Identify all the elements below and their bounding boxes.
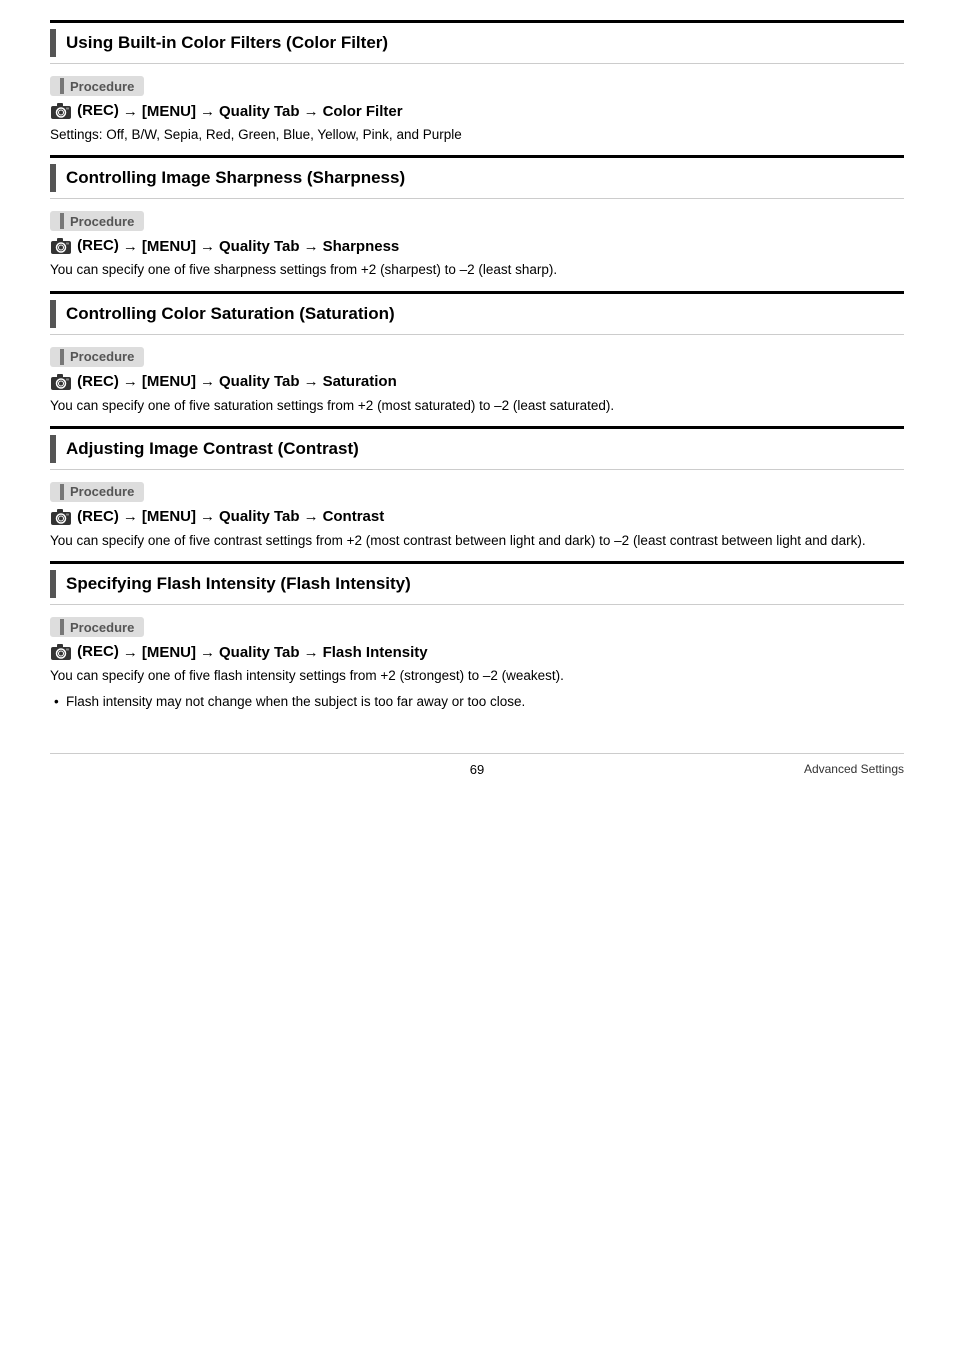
procedure-badge: Procedure bbox=[50, 76, 144, 96]
nav-item: [MENU] bbox=[142, 103, 196, 120]
camera-rec-icon: (REC) bbox=[50, 237, 119, 255]
nav-arrow: → bbox=[123, 508, 138, 525]
nav-arrow: → bbox=[304, 103, 319, 120]
nav-item: [MENU] bbox=[142, 508, 196, 525]
nav-arrow: → bbox=[304, 238, 319, 255]
nav-path-sharpness: (REC)→[MENU]→Quality Tab→Sharpness bbox=[50, 237, 904, 255]
section-header-color-filter: Using Built-in Color Filters (Color Filt… bbox=[50, 20, 904, 64]
procedure-badge: Procedure bbox=[50, 482, 144, 502]
section-bar-icon bbox=[50, 29, 56, 57]
body-text-contrast: You can specify one of five contrast set… bbox=[50, 531, 904, 551]
nav-arrow: → bbox=[200, 238, 215, 255]
nav-item: Color Filter bbox=[323, 103, 403, 120]
procedure-badge: Procedure bbox=[50, 347, 144, 367]
nav-item: Quality Tab bbox=[219, 644, 300, 661]
section-flash-intensity: Specifying Flash Intensity (Flash Intens… bbox=[50, 561, 904, 713]
nav-arrow: → bbox=[200, 644, 215, 661]
nav-arrow: → bbox=[123, 644, 138, 661]
section-saturation: Controlling Color Saturation (Saturation… bbox=[50, 291, 904, 416]
section-color-filter: Using Built-in Color Filters (Color Filt… bbox=[50, 20, 904, 145]
nav-path-saturation: (REC)→[MENU]→Quality Tab→Saturation bbox=[50, 373, 904, 391]
nav-item: Saturation bbox=[323, 373, 397, 390]
body-text-flash-intensity: You can specify one of five flash intens… bbox=[50, 666, 904, 686]
bullet-text-flash-intensity: Flash intensity may not change when the … bbox=[50, 692, 904, 712]
section-title-flash-intensity: Specifying Flash Intensity (Flash Intens… bbox=[66, 574, 411, 594]
nav-item: Sharpness bbox=[323, 238, 400, 255]
body-text-sharpness: You can specify one of five sharpness se… bbox=[50, 260, 904, 280]
nav-item: [MENU] bbox=[142, 373, 196, 390]
procedure-label: Procedure bbox=[70, 484, 134, 499]
nav-arrow: → bbox=[304, 644, 319, 661]
nav-item: Contrast bbox=[323, 508, 385, 525]
section-header-saturation: Controlling Color Saturation (Saturation… bbox=[50, 291, 904, 335]
page-footer: 69Advanced Settings bbox=[50, 753, 904, 777]
procedure-badge: Procedure bbox=[50, 617, 144, 637]
camera-icon bbox=[50, 102, 72, 120]
section-title-color-filter: Using Built-in Color Filters (Color Filt… bbox=[66, 33, 388, 53]
section-header-sharpness: Controlling Image Sharpness (Sharpness) bbox=[50, 155, 904, 199]
procedure-bar-icon bbox=[60, 78, 64, 94]
camera-rec-icon: (REC) bbox=[50, 508, 119, 526]
nav-arrow: → bbox=[200, 103, 215, 120]
nav-arrow: → bbox=[304, 508, 319, 525]
nav-item: Quality Tab bbox=[219, 508, 300, 525]
procedure-label: Procedure bbox=[70, 79, 134, 94]
camera-rec-icon: (REC) bbox=[50, 643, 119, 661]
procedure-bar-icon bbox=[60, 619, 64, 635]
procedure-bar-icon bbox=[60, 484, 64, 500]
nav-item: Quality Tab bbox=[219, 373, 300, 390]
nav-arrow: → bbox=[200, 508, 215, 525]
procedure-label: Procedure bbox=[70, 214, 134, 229]
nav-path-contrast: (REC)→[MENU]→Quality Tab→Contrast bbox=[50, 508, 904, 526]
footer-page-number: 69 bbox=[335, 762, 620, 777]
procedure-bar-icon bbox=[60, 213, 64, 229]
footer-section-label: Advanced Settings bbox=[619, 762, 904, 776]
section-bar-icon bbox=[50, 570, 56, 598]
camera-icon bbox=[50, 373, 72, 391]
section-header-flash-intensity: Specifying Flash Intensity (Flash Intens… bbox=[50, 561, 904, 605]
nav-arrow: → bbox=[123, 103, 138, 120]
procedure-label: Procedure bbox=[70, 620, 134, 635]
body-text-saturation: You can specify one of five saturation s… bbox=[50, 396, 904, 416]
section-bar-icon bbox=[50, 435, 56, 463]
nav-item: Quality Tab bbox=[219, 238, 300, 255]
section-contrast: Adjusting Image Contrast (Contrast) Proce… bbox=[50, 426, 904, 551]
procedure-badge: Procedure bbox=[50, 211, 144, 231]
camera-icon bbox=[50, 508, 72, 526]
nav-item: Flash Intensity bbox=[323, 644, 428, 661]
nav-path-flash-intensity: (REC)→[MENU]→Quality Tab→Flash Intensity bbox=[50, 643, 904, 661]
nav-item: [MENU] bbox=[142, 238, 196, 255]
section-header-contrast: Adjusting Image Contrast (Contrast) bbox=[50, 426, 904, 470]
nav-arrow: → bbox=[200, 373, 215, 390]
nav-arrow: → bbox=[123, 373, 138, 390]
nav-path-color-filter: (REC)→[MENU]→Quality Tab→Color Filter bbox=[50, 102, 904, 120]
nav-item: Quality Tab bbox=[219, 103, 300, 120]
section-sharpness: Controlling Image Sharpness (Sharpness) P… bbox=[50, 155, 904, 280]
nav-item: [MENU] bbox=[142, 644, 196, 661]
section-title-contrast: Adjusting Image Contrast (Contrast) bbox=[66, 439, 359, 459]
body-text-color-filter: Settings: Off, B/W, Sepia, Red, Green, B… bbox=[50, 125, 904, 145]
section-title-saturation: Controlling Color Saturation (Saturation… bbox=[66, 304, 395, 324]
procedure-label: Procedure bbox=[70, 349, 134, 364]
section-bar-icon bbox=[50, 300, 56, 328]
nav-arrow: → bbox=[304, 373, 319, 390]
procedure-bar-icon bbox=[60, 349, 64, 365]
nav-arrow: → bbox=[123, 238, 138, 255]
camera-rec-icon: (REC) bbox=[50, 373, 119, 391]
section-title-sharpness: Controlling Image Sharpness (Sharpness) bbox=[66, 168, 405, 188]
camera-icon bbox=[50, 643, 72, 661]
section-bar-icon bbox=[50, 164, 56, 192]
camera-rec-icon: (REC) bbox=[50, 102, 119, 120]
camera-icon bbox=[50, 237, 72, 255]
